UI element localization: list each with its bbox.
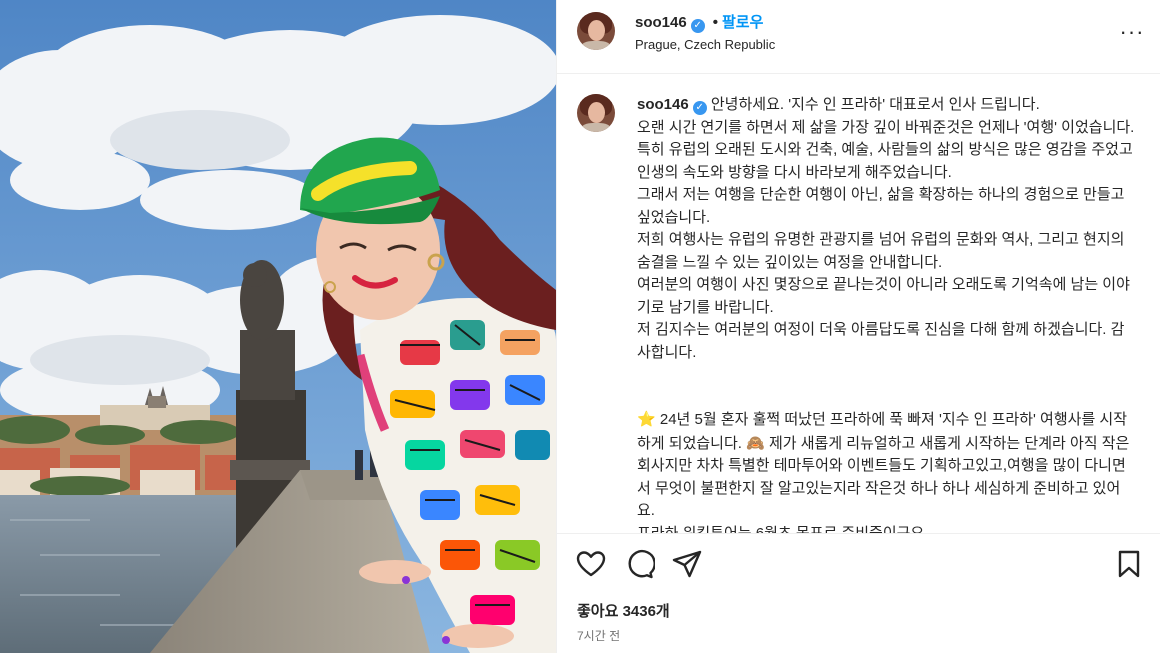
caption-line-text: 안녕하세요. '지수 인 프라하' 대표로서 인사 드립니다. bbox=[710, 96, 1040, 113]
caption-line: 그래서 저는 여행을 단순한 여행이 아닌, 삶을 확장하는 하나의 경험으로 … bbox=[637, 186, 1125, 226]
likes-count[interactable]: 좋아요 3436개 bbox=[577, 600, 670, 621]
caption-paragraph-2: ⭐ 24년 5월 혼자 훌쩍 떠났던 프라하에 푹 빠져 '지수 인 프라하' … bbox=[637, 408, 1137, 523]
location-link[interactable]: Prague, Czech Republic bbox=[635, 37, 775, 52]
verified-badge-icon: ✓ bbox=[692, 101, 707, 115]
caption-line: soo146 ✓ 안녕하세요. '지수 인 프라하' 대표로서 인사 드립니다. bbox=[637, 94, 1137, 117]
action-bar: 좋아요 3436개 7시간 전 bbox=[557, 533, 1160, 653]
header-user-line: soo146 ✓ • 팔로우 bbox=[635, 11, 763, 33]
post-timestamp[interactable]: 7시간 전 bbox=[577, 627, 620, 644]
caption-text: soo146 ✓ 안녕하세요. '지수 인 프라하' 대표로서 인사 드립니다. … bbox=[637, 94, 1137, 533]
bookmark-icon[interactable] bbox=[1113, 548, 1145, 580]
star-icon: ⭐ bbox=[637, 410, 656, 428]
separator-dot: • bbox=[712, 14, 718, 31]
caption-line: 저 김지수는 여러분의 여정이 더욱 아름답도록 진심을 다해 함께 하겠습니다… bbox=[637, 321, 1125, 361]
see-no-evil-monkey-icon: 🙈 bbox=[746, 433, 765, 452]
caption-line: 오랜 시간 연기를 하면서 제 삶을 가장 깊이 바꿔준것은 언제나 '여행' … bbox=[637, 118, 1135, 136]
follow-button[interactable]: 팔로우 bbox=[722, 14, 763, 31]
comment-icon[interactable] bbox=[623, 548, 656, 580]
heart-icon[interactable] bbox=[575, 548, 607, 580]
username-link[interactable]: soo146 bbox=[635, 14, 687, 31]
photo-illustration bbox=[0, 0, 556, 653]
caption-line: 저희 여행사는 유럽의 유명한 관광지를 넘어 유럽의 문화와 역사, 그리고 … bbox=[637, 231, 1125, 271]
caption-line: 특히 유럽의 오래된 도시와 건축, 예술, 사람들의 삶의 방식은 많은 영감… bbox=[637, 141, 1133, 181]
verified-badge-icon: ✓ bbox=[690, 19, 705, 33]
avatar[interactable] bbox=[577, 12, 615, 50]
post-header: soo146 ✓ • 팔로우 Prague, Czech Republic ··· bbox=[557, 0, 1160, 74]
caption-avatar[interactable] bbox=[577, 94, 615, 132]
post-panel: soo146 ✓ • 팔로우 Prague, Czech Republic ··· s… bbox=[556, 0, 1160, 653]
more-options-button[interactable]: ··· bbox=[1117, 21, 1147, 46]
caption-area: soo146 ✓ 안녕하세요. '지수 인 프라하' 대표로서 인사 드립니다. … bbox=[557, 75, 1160, 533]
caption-line: 프라하 워킹투어는 6월초 목표로 준비중이구요. bbox=[637, 524, 929, 534]
share-icon[interactable] bbox=[671, 548, 703, 580]
post-photo[interactable] bbox=[0, 0, 556, 653]
caption-line: 여러분의 여행이 사진 몇장으로 끝나는것이 아니라 오래도록 기억속에 남는 … bbox=[637, 276, 1130, 316]
caption-username-link[interactable]: soo146 bbox=[637, 96, 689, 113]
